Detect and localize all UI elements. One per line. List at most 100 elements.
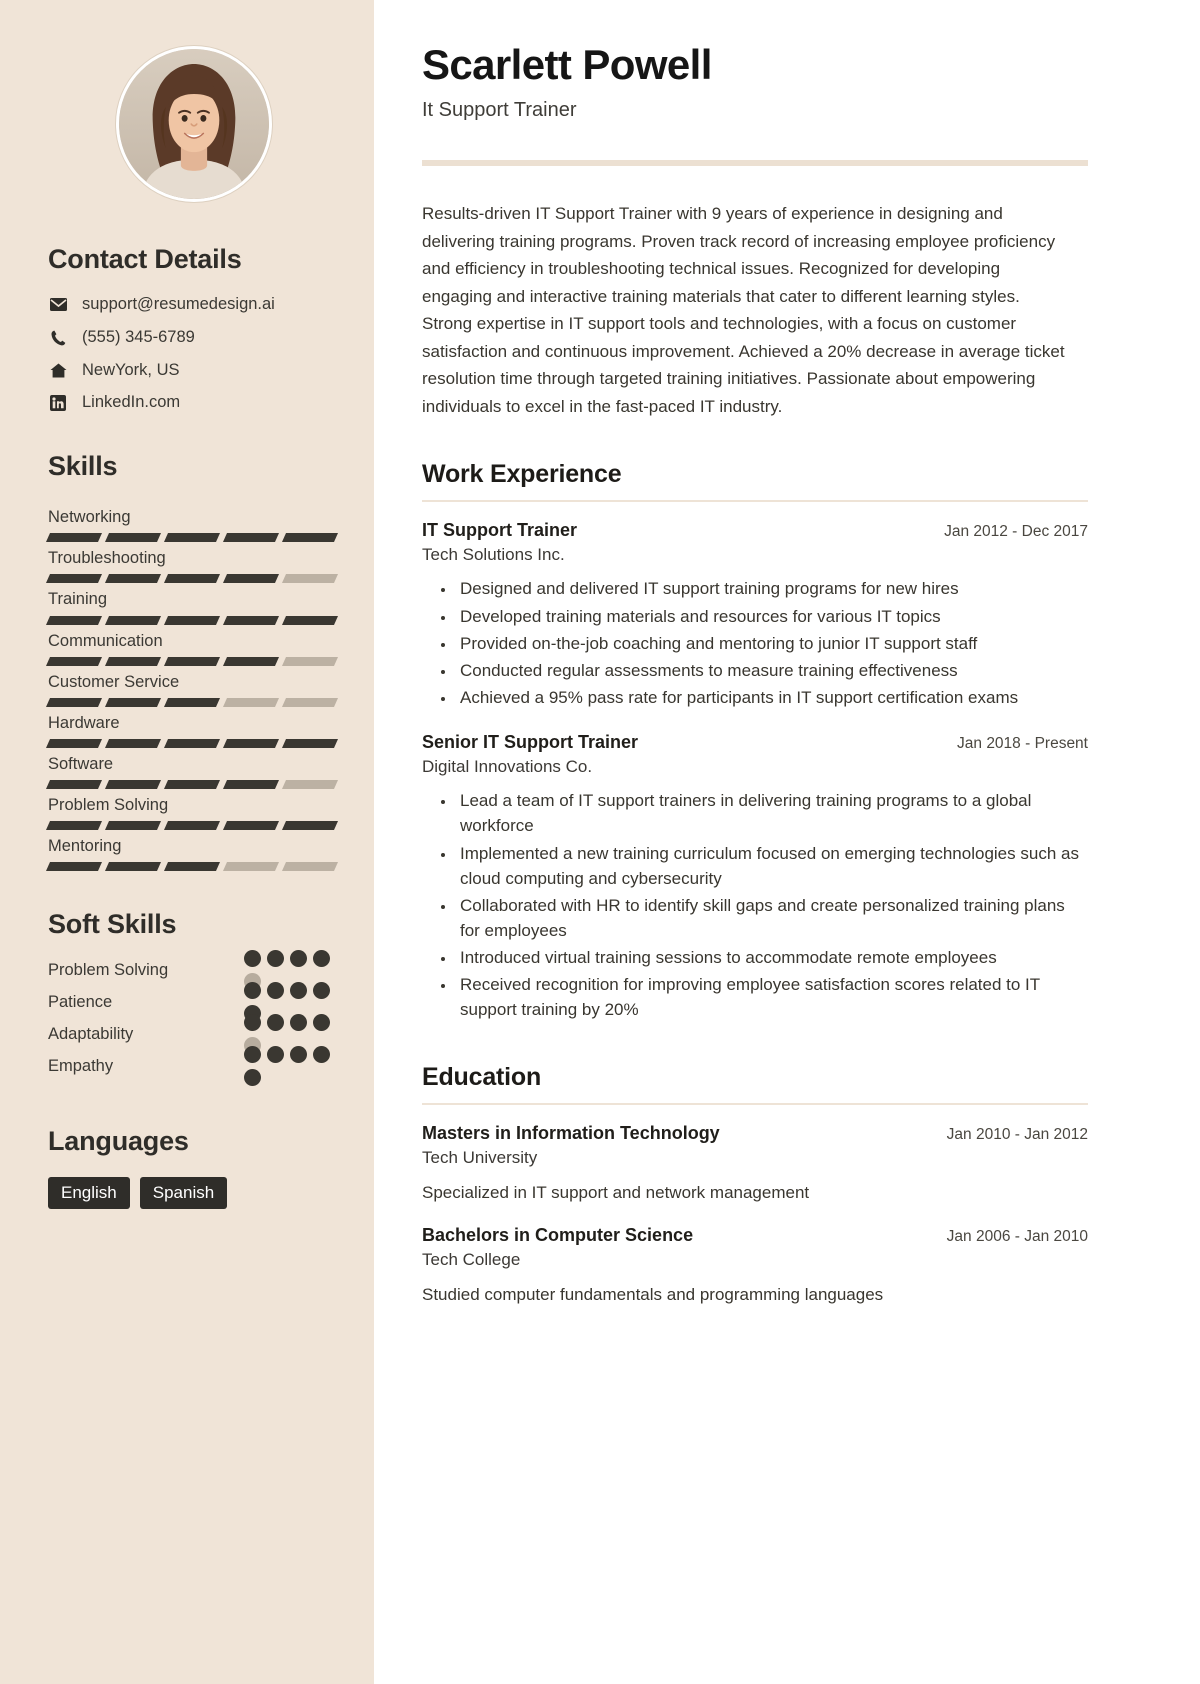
main-content: Scarlett Powell It Support Trainer Resul… <box>374 0 1200 1684</box>
professional-summary: Results-driven IT Support Trainer with 9… <box>422 204 1065 416</box>
skill-bar-segment <box>163 697 221 707</box>
language-chip[interactable]: English <box>48 1177 130 1210</box>
skill-bar-segment <box>45 780 103 790</box>
job-role-subtitle: It Support Trainer <box>422 99 577 122</box>
skill-bar-segment <box>104 821 162 831</box>
skill-bar-segment <box>163 862 221 872</box>
skill-bar-segment <box>163 739 221 749</box>
work-entry: IT Support Trainer Jan 2012 - Dec 2017 Tec… <box>422 520 1088 710</box>
skill-label: Networking <box>48 508 131 527</box>
soft-skill-label: Problem Solving <box>48 961 169 980</box>
language-chip[interactable]: Spanish <box>139 1177 228 1210</box>
education-entry: Bachelors in Computer Science Jan 2006 - … <box>422 1225 1088 1308</box>
skill-row: Software <box>45 749 340 790</box>
skill-bar-segment <box>163 533 221 543</box>
rating-dot <box>244 1046 261 1064</box>
skill-row: Communication <box>45 626 340 666</box>
education-entry-date: Jan 2006 - Jan 2010 <box>946 1228 1088 1246</box>
skill-bar-segment <box>281 821 339 831</box>
skill-label: Troubleshooting <box>48 549 166 568</box>
education-entry-description: Studied computer fundamentals and progra… <box>422 1285 884 1305</box>
rating-dot <box>290 1014 307 1032</box>
contact-item-linkedin[interactable]: LinkedIn.com <box>48 393 340 413</box>
list-item: Collaborated with HR to identify skill g… <box>456 893 1088 943</box>
list-item: Provided on-the-job coaching and mentori… <box>456 631 1088 656</box>
skill-row: Customer Service <box>45 667 340 707</box>
contact-phone-text: (555) 345-6789 <box>82 327 195 346</box>
rating-dot <box>244 950 261 968</box>
linkedin-icon <box>48 395 68 412</box>
resume-page: Contact Details support@resumedesign.ai … <box>0 0 1200 1684</box>
skill-bar-segment <box>163 615 221 625</box>
rating-dot <box>244 1014 261 1032</box>
page-title: Scarlett Powell <box>422 41 712 88</box>
skill-bar-segment <box>281 780 339 790</box>
skill-bar-segment <box>281 862 339 872</box>
list-item: Conducted regular assessments to measure… <box>456 658 1088 683</box>
list-item: Received recognition for improving emplo… <box>456 972 1088 1022</box>
sidebar: Contact Details support@resumedesign.ai … <box>0 0 374 1684</box>
rating-dot <box>267 1046 284 1064</box>
work-entry-date: Jan 2012 - Dec 2017 <box>944 523 1088 541</box>
education-divider <box>422 1102 1088 1105</box>
skill-row: Troubleshooting <box>45 543 340 584</box>
contact-location-text: NewYork, US <box>82 360 180 379</box>
work-entry-organization: Tech Solutions Inc. <box>422 545 565 565</box>
education-entry-date: Jan 2010 - Jan 2012 <box>946 1125 1088 1143</box>
skill-bar-segment <box>281 656 339 666</box>
header-divider <box>422 160 1088 167</box>
skill-bar-segment <box>222 697 280 707</box>
skills-heading: Skills <box>48 451 118 482</box>
skill-bar-segment <box>104 739 162 749</box>
skill-bar-segment <box>281 739 339 749</box>
work-experience-heading: Work Experience <box>422 460 622 489</box>
list-item: Designed and delivered IT support traini… <box>456 576 1088 601</box>
skill-bar-segment <box>222 821 280 831</box>
skill-bar-segment <box>222 656 280 666</box>
skill-level-bar <box>45 615 340 625</box>
skill-label: Customer Service <box>48 672 180 691</box>
skill-label: Communication <box>48 631 163 650</box>
avatar-photo-icon <box>119 49 269 199</box>
skill-bar-segment <box>104 574 162 584</box>
skill-row: Hardware <box>45 708 340 749</box>
skill-bar-segment <box>104 862 162 872</box>
skill-bar-segment <box>45 574 103 584</box>
skill-row: Training <box>45 584 340 625</box>
skill-bar-segment <box>222 862 280 872</box>
work-entry-header: IT Support Trainer Jan 2012 - Dec 2017 <box>422 520 1088 541</box>
soft-skill-rating-dots <box>244 1046 340 1087</box>
skill-bar-segment <box>104 533 162 543</box>
skill-bar-segment <box>163 656 221 666</box>
rating-dot <box>267 1014 284 1032</box>
skill-bar-segment <box>281 697 339 707</box>
contact-email-text: support@resumedesign.ai <box>82 295 275 313</box>
work-entry-bullets: Lead a team of IT support trainers in de… <box>422 788 1088 1022</box>
phone-icon <box>48 330 68 346</box>
work-entry-title: IT Support Trainer <box>422 520 578 541</box>
contact-item-email[interactable]: support@resumedesign.ai <box>48 295 340 315</box>
rating-dot <box>244 1069 261 1087</box>
rating-dot <box>290 1046 307 1064</box>
skill-bar-segment <box>45 533 103 543</box>
skill-bar-segment <box>222 780 280 790</box>
rating-dot <box>313 1014 330 1032</box>
education-entry-description: Specialized in IT support and network ma… <box>422 1182 810 1202</box>
skill-bar-segment <box>45 821 103 831</box>
rating-dot <box>267 982 284 1000</box>
skill-row: Networking <box>45 502 340 543</box>
skill-label: Training <box>48 590 107 609</box>
skill-level-bar <box>45 656 340 666</box>
skill-bar-segment <box>281 533 339 543</box>
education-entry-header: Bachelors in Computer Science Jan 2006 - … <box>422 1225 1088 1246</box>
avatar-container <box>48 46 340 202</box>
education-entry-title: Masters in Information Technology <box>422 1122 720 1143</box>
contact-item-phone[interactable]: (555) 345-6789 <box>48 328 340 348</box>
languages-list: English Spanish <box>48 1177 340 1210</box>
contact-item-location[interactable]: NewYork, US <box>48 361 340 381</box>
skill-bar-segment <box>45 615 103 625</box>
list-item: Developed training materials and resourc… <box>456 604 1088 629</box>
work-divider <box>422 500 1088 503</box>
skill-bar-segment <box>163 574 221 584</box>
skill-label: Software <box>48 755 114 774</box>
